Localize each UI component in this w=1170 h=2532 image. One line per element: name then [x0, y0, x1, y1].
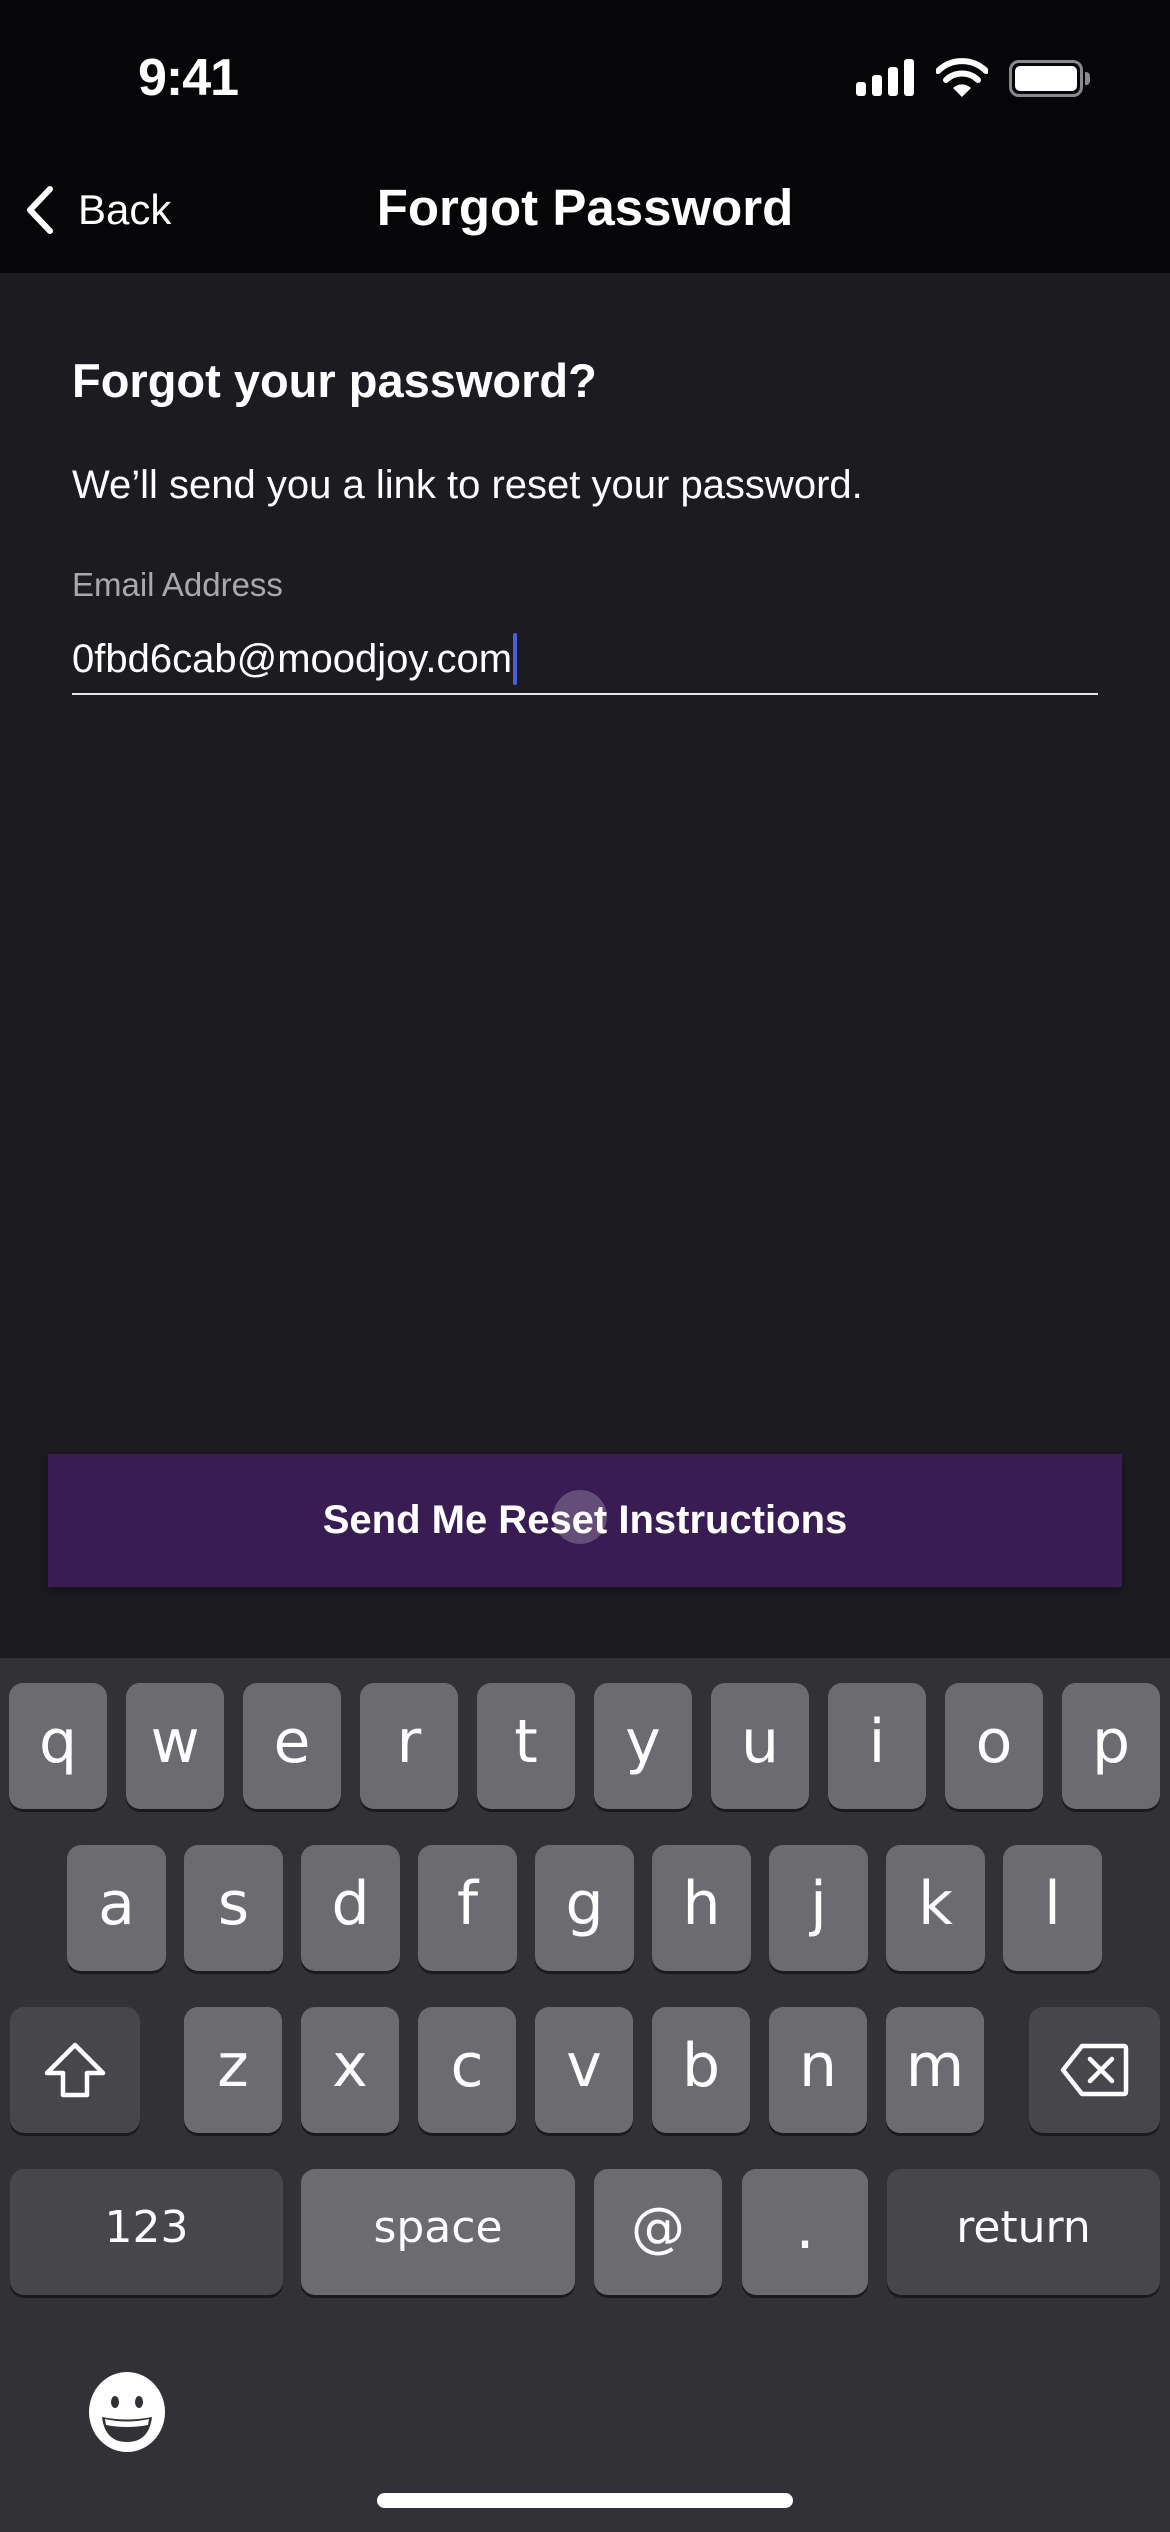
- page-title: Forgot Password: [376, 179, 794, 236]
- return-key-label: return: [956, 2202, 1091, 2253]
- key-label: o: [975, 1707, 1013, 1777]
- key-f[interactable]: f: [418, 1845, 517, 1971]
- email-value: 0fbd6cab@moodjoy.com: [72, 637, 513, 681]
- key-x[interactable]: x: [301, 2007, 399, 2133]
- emoji-smile-icon[interactable]: [87, 2372, 167, 2452]
- home-indicator[interactable]: [377, 2493, 793, 2508]
- key-label: b: [681, 2031, 721, 2101]
- key-i[interactable]: i: [828, 1683, 926, 1809]
- battery-icon: [1009, 60, 1083, 97]
- return-key[interactable]: return: [887, 2169, 1160, 2295]
- space-key-label: space: [373, 2202, 503, 2253]
- key-label: v: [566, 2031, 602, 2101]
- period-key-label: .: [795, 2193, 815, 2263]
- numbers-key[interactable]: 123: [10, 2169, 283, 2295]
- battery-nub: [1085, 72, 1090, 85]
- key-label: i: [868, 1707, 886, 1777]
- key-w[interactable]: w: [126, 1683, 224, 1809]
- at-key-label: @: [631, 2196, 685, 2259]
- key-m[interactable]: m: [886, 2007, 984, 2133]
- wifi-icon: [936, 58, 988, 97]
- email-field[interactable]: 0fbd6cab@moodjoy.com: [72, 625, 1098, 695]
- key-label: j: [810, 1869, 827, 1939]
- key-label: e: [273, 1707, 311, 1777]
- text-caret: [513, 633, 518, 685]
- key-label: p: [1091, 1707, 1131, 1777]
- key-c[interactable]: c: [418, 2007, 516, 2133]
- key-y[interactable]: y: [594, 1683, 692, 1809]
- key-label: z: [217, 2031, 249, 2101]
- key-label: y: [625, 1707, 661, 1777]
- key-z[interactable]: z: [184, 2007, 282, 2133]
- backspace-icon: [1060, 2043, 1128, 2097]
- key-g[interactable]: g: [535, 1845, 634, 1971]
- key-u[interactable]: u: [711, 1683, 809, 1809]
- key-label: w: [150, 1707, 200, 1777]
- key-label: a: [98, 1869, 135, 1939]
- key-label: g: [565, 1869, 604, 1939]
- period-key[interactable]: .: [742, 2169, 868, 2295]
- form-heading: Forgot your password?: [72, 354, 597, 407]
- top-bar: 9:41 Back Forgot Password: [0, 0, 1170, 273]
- key-a[interactable]: a: [67, 1845, 166, 1971]
- key-v[interactable]: v: [535, 2007, 633, 2133]
- key-label: d: [331, 1869, 370, 1939]
- shift-arrow-icon: [44, 2042, 106, 2098]
- cellular-signal-icon: [856, 59, 914, 96]
- key-label: r: [396, 1707, 422, 1777]
- key-p[interactable]: p: [1062, 1683, 1160, 1809]
- key-label: m: [905, 2031, 965, 2101]
- key-j[interactable]: j: [769, 1845, 868, 1971]
- key-label: l: [1044, 1869, 1061, 1939]
- status-time: 9:41: [138, 49, 239, 107]
- send-reset-instructions-button[interactable]: Send Me Reset Instructions: [48, 1454, 1122, 1587]
- key-label: q: [38, 1707, 78, 1777]
- key-label: k: [918, 1869, 953, 1939]
- key-h[interactable]: h: [652, 1845, 751, 1971]
- key-label: h: [682, 1869, 721, 1939]
- key-b[interactable]: b: [652, 2007, 750, 2133]
- numbers-key-label: 123: [104, 2202, 189, 2253]
- key-label: c: [450, 2031, 484, 2101]
- key-label: t: [514, 1707, 538, 1777]
- key-label: u: [740, 1707, 780, 1777]
- delete-key[interactable]: [1029, 2007, 1160, 2133]
- key-k[interactable]: k: [886, 1845, 985, 1971]
- key-l[interactable]: l: [1003, 1845, 1102, 1971]
- email-label: Email Address: [72, 566, 283, 603]
- key-label: s: [217, 1869, 250, 1939]
- key-e[interactable]: e: [243, 1683, 341, 1809]
- key-r[interactable]: r: [360, 1683, 458, 1809]
- space-key[interactable]: space: [301, 2169, 575, 2295]
- key-label: n: [798, 2031, 838, 2101]
- key-n[interactable]: n: [769, 2007, 867, 2133]
- key-q[interactable]: q: [9, 1683, 107, 1809]
- form-description: We’ll send you a link to reset your pass…: [72, 463, 863, 507]
- key-t[interactable]: t: [477, 1683, 575, 1809]
- key-d[interactable]: d: [301, 1845, 400, 1971]
- key-label: f: [456, 1869, 479, 1939]
- key-o[interactable]: o: [945, 1683, 1043, 1809]
- key-label: x: [332, 2031, 368, 2101]
- key-s[interactable]: s: [184, 1845, 283, 1971]
- shift-key[interactable]: [10, 2007, 140, 2133]
- keyboard: q w e r t y u i o p a s d f g h j k l z x c v b nm 123 space @…: [0, 1658, 1170, 2532]
- at-key[interactable]: @: [594, 2169, 722, 2295]
